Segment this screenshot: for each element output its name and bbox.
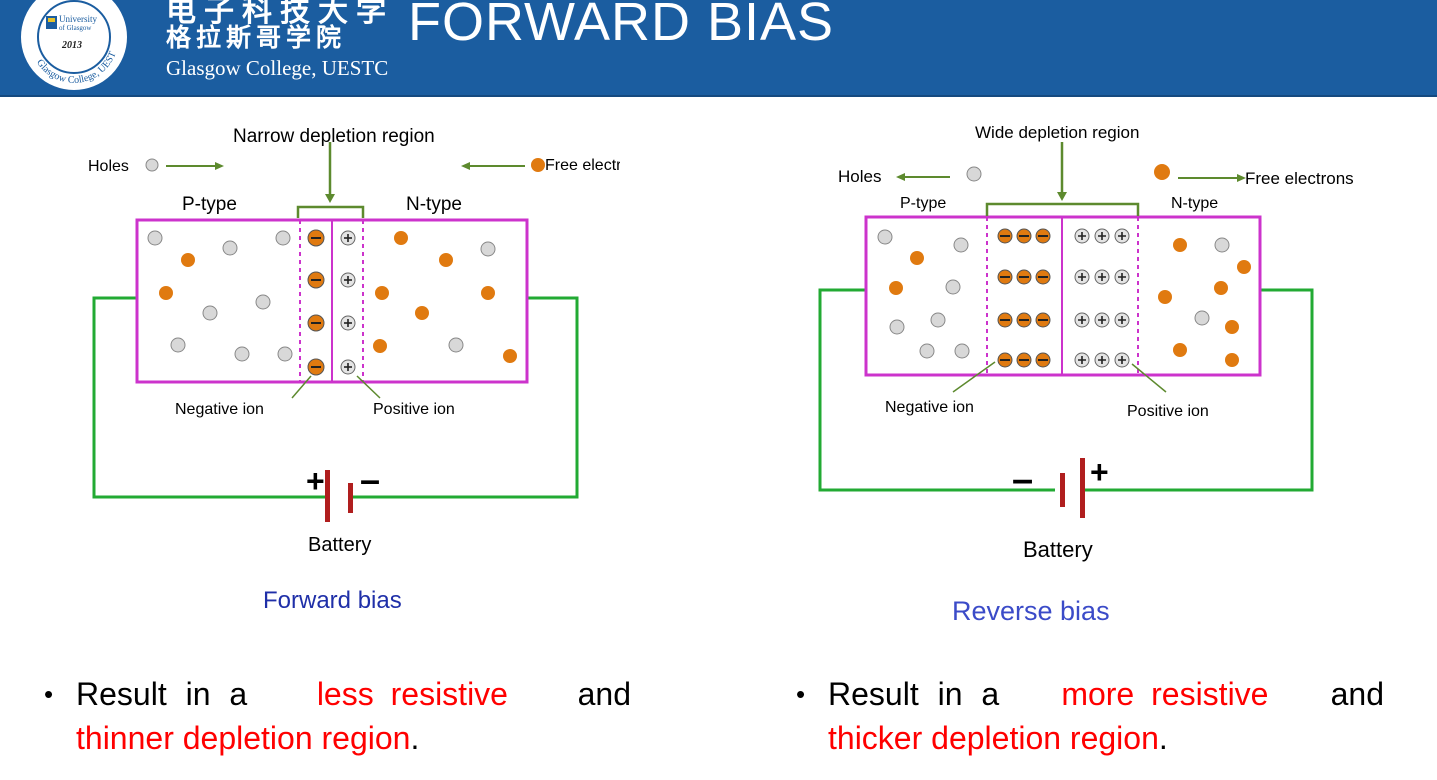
forward-electrons-label: Free electrons xyxy=(545,157,620,174)
logo-year: 2013 xyxy=(61,40,82,51)
bullet-forward-mid: and xyxy=(577,676,631,712)
logo-badge-line2: of Glasgow xyxy=(59,24,92,32)
slide-header: Glasgow College, UESTC University of Gla… xyxy=(0,0,1437,97)
forward-holes-label: Holes xyxy=(88,158,129,175)
reverse-battery-minus: – xyxy=(1012,459,1033,501)
forward-battery-icon xyxy=(325,470,353,522)
reverse-caption: Reverse bias xyxy=(952,596,1110,626)
bullet-forward-line1: Result in a less resistive and xyxy=(76,672,631,716)
bullet-reverse-pre: Result in a xyxy=(828,676,1000,712)
forward-battery-minus: – xyxy=(360,459,380,500)
college-english-name: Glasgow College, UESTC xyxy=(166,56,389,80)
bullet-reverse-red2: thicker depletion region xyxy=(828,720,1159,756)
forward-p-label: P-type xyxy=(182,194,237,215)
reverse-n-label: N-type xyxy=(1171,195,1218,212)
bullet-marker: • xyxy=(796,679,806,709)
reverse-battery-label: Battery xyxy=(1023,537,1093,562)
forward-bias-diagram: + – Battery Narrow depletion region Hole… xyxy=(60,110,647,620)
forward-positive-ion-label: Positive ion xyxy=(373,401,455,418)
forward-battery-plus: + xyxy=(306,463,325,499)
college-chinese-name: 格拉斯哥学院 xyxy=(166,23,347,52)
forward-caption: Forward bias xyxy=(263,587,402,614)
reverse-depletion-bracket xyxy=(985,142,1140,216)
reverse-battery-plus: + xyxy=(1090,454,1109,490)
bullet-forward: • Result in a less resistive and thinner… xyxy=(44,672,636,760)
bullet-reverse-mid: and xyxy=(1330,676,1384,712)
reverse-battery-icon xyxy=(1060,458,1085,518)
bullet-forward-line2: thinner depletion region. xyxy=(76,716,636,760)
bullet-reverse-post: . xyxy=(1158,720,1168,756)
bullet-reverse-line1: Result in a more resistive and xyxy=(828,672,1384,716)
bullet-forward-pre: Result in a xyxy=(76,676,248,712)
bullet-reverse: • Result in a more resistive and thicker… xyxy=(796,672,1388,760)
reverse-electrons-label: Free electrons xyxy=(1245,169,1354,188)
forward-battery-label: Battery xyxy=(308,534,371,556)
forward-top-label: Narrow depletion region xyxy=(233,126,435,147)
glasgow-crest-icon xyxy=(46,16,57,29)
bullet-marker: • xyxy=(44,679,54,709)
reverse-top-label: Wide depletion region xyxy=(975,123,1139,142)
reverse-negative-ion-label: Negative ion xyxy=(885,399,974,416)
slide-title: FORWARD BIAS xyxy=(408,0,835,52)
bullet-reverse-line2: thicker depletion region. xyxy=(828,716,1388,760)
forward-negative-ion-label: Negative ion xyxy=(175,401,264,418)
forward-depletion-bracket xyxy=(296,142,365,218)
bullet-forward-red1: less resistive xyxy=(316,676,508,712)
reverse-bias-diagram: – + Battery Wide depletion region Holes … xyxy=(790,110,1390,630)
reverse-p-label: P-type xyxy=(900,195,946,212)
logo-badge-line1: University xyxy=(59,14,97,24)
bullet-forward-post: . xyxy=(410,720,420,756)
forward-n-label: N-type xyxy=(406,194,462,215)
bullet-forward-red2: thinner depletion region xyxy=(76,720,411,756)
reverse-holes-label: Holes xyxy=(838,167,881,186)
college-logo: Glasgow College, UESTC University of Gla… xyxy=(10,0,129,92)
reverse-positive-ion-label: Positive ion xyxy=(1127,403,1209,420)
bullet-reverse-red1: more resistive xyxy=(1061,676,1269,712)
